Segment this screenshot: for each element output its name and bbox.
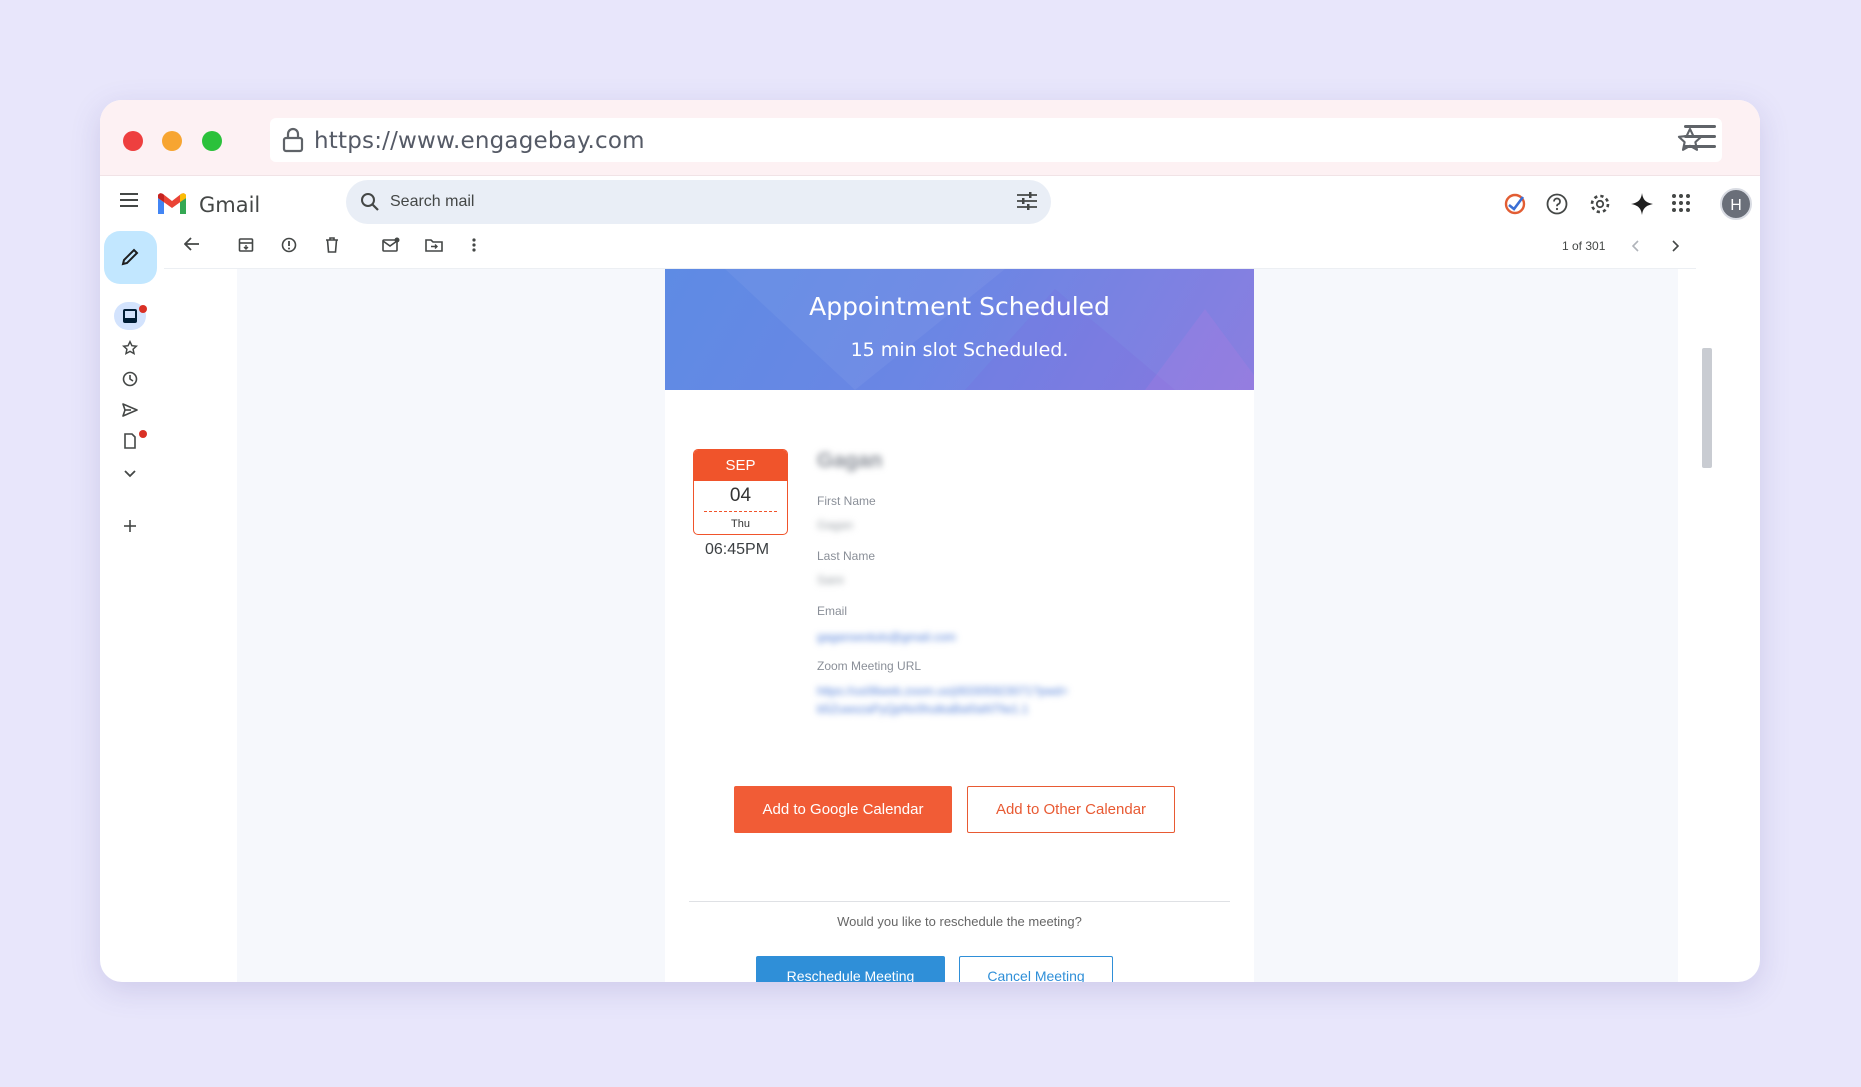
reschedule-meeting-button[interactable]: Reschedule Meeting — [756, 956, 945, 982]
close-window-button[interactable] — [123, 131, 143, 151]
search-bar[interactable] — [346, 180, 1051, 224]
browser-chrome: https://www.engagebay.com — [100, 100, 1760, 176]
reschedule-question: Would you like to reschedule the meeting… — [837, 914, 1082, 929]
search-options-icon[interactable] — [1017, 192, 1037, 215]
banner-title: Appointment Scheduled — [809, 292, 1110, 321]
search-icon[interactable] — [360, 192, 380, 217]
help-icon[interactable] — [1545, 192, 1569, 221]
gmail-wordmark: Gmail — [199, 193, 261, 217]
zoom-url-label: Zoom Meeting URL — [817, 659, 922, 673]
compose-button[interactable] — [104, 231, 157, 284]
date-badge: SEP 04 Thu — [693, 449, 788, 535]
maximize-window-button[interactable] — [202, 131, 222, 151]
drafts-icon[interactable] — [122, 433, 138, 454]
scrollbar-thumb[interactable] — [1702, 348, 1712, 468]
report-spam-icon[interactable] — [281, 237, 297, 258]
snoozed-clock-icon[interactable] — [122, 371, 138, 392]
starred-icon[interactable] — [121, 339, 139, 361]
browser-menu-icon[interactable] — [1684, 124, 1716, 155]
extension-check-icon[interactable] — [1503, 192, 1527, 221]
banner-subtitle: 15 min slot Scheduled. — [850, 339, 1069, 361]
last-name-label: Last Name — [817, 549, 876, 563]
first-name-value: Gagan — [817, 518, 854, 532]
date-weekday: Thu — [731, 518, 750, 530]
appointment-banner: Appointment Scheduled 15 min slot Schedu… — [665, 269, 1254, 390]
add-to-other-calendar-button[interactable]: Add to Other Calendar — [967, 786, 1175, 833]
browser-window: https://www.engagebay.com Gmail Search m… — [100, 100, 1760, 982]
date-day: 04 — [729, 485, 752, 506]
search-input[interactable] — [390, 190, 950, 214]
more-chevron-down-icon[interactable] — [123, 466, 137, 484]
date-month: SEP — [694, 450, 787, 481]
move-to-folder-icon[interactable] — [425, 237, 443, 258]
email-label: Email — [817, 604, 848, 618]
account-avatar[interactable]: H — [1720, 188, 1752, 220]
section-divider — [689, 901, 1230, 902]
pager-count: 1 of 301 — [1562, 239, 1606, 253]
email-body: Appointment Scheduled 15 min slot Schedu… — [665, 269, 1254, 982]
gemini-sparkle-icon[interactable] — [1630, 192, 1654, 221]
cancel-meeting-button[interactable]: Cancel Meeting — [959, 956, 1113, 982]
inbox-unread-dot — [139, 305, 147, 313]
gmail-logo-icon[interactable] — [156, 192, 188, 221]
mark-unread-icon[interactable] — [382, 237, 400, 258]
main-menu-icon[interactable] — [120, 193, 138, 212]
first-name-label: First Name — [817, 494, 876, 508]
zoom-url-link-line2[interactable]: b5ZuwxzaPyQpNv0hutkaBaI0aNTfw1.1 — [817, 702, 1028, 716]
archive-icon[interactable] — [238, 237, 254, 258]
last-name-value: Saini — [817, 573, 844, 587]
attendee-name: Gagan — [817, 449, 883, 472]
email-value-link[interactable]: gaganseotuts@gmail.com — [817, 630, 956, 644]
delete-trash-icon[interactable] — [325, 237, 339, 258]
inbox-icon[interactable] — [122, 308, 138, 329]
minimize-window-button[interactable] — [162, 131, 182, 151]
apps-grid-icon[interactable] — [1671, 193, 1691, 218]
back-arrow-icon[interactable] — [183, 237, 200, 256]
url-text: https://www.engagebay.com — [314, 128, 645, 154]
add-to-google-calendar-button[interactable]: Add to Google Calendar — [734, 786, 952, 833]
newer-chevron-left-icon[interactable] — [1631, 239, 1640, 257]
address-bar[interactable]: https://www.engagebay.com — [270, 118, 1722, 162]
appointment-time: 06:45PM — [705, 541, 770, 558]
more-options-vertical-icon[interactable] — [472, 237, 476, 258]
sent-icon[interactable] — [122, 402, 138, 423]
zoom-url-link-line1[interactable]: https://us06web.zoom.us/j/83305923071?pw… — [817, 684, 1068, 698]
lock-icon — [282, 127, 304, 158]
add-label-plus-icon[interactable] — [122, 518, 138, 539]
drafts-unread-dot — [139, 430, 147, 438]
settings-gear-icon[interactable] — [1588, 192, 1612, 221]
older-chevron-right-icon[interactable] — [1671, 239, 1680, 257]
